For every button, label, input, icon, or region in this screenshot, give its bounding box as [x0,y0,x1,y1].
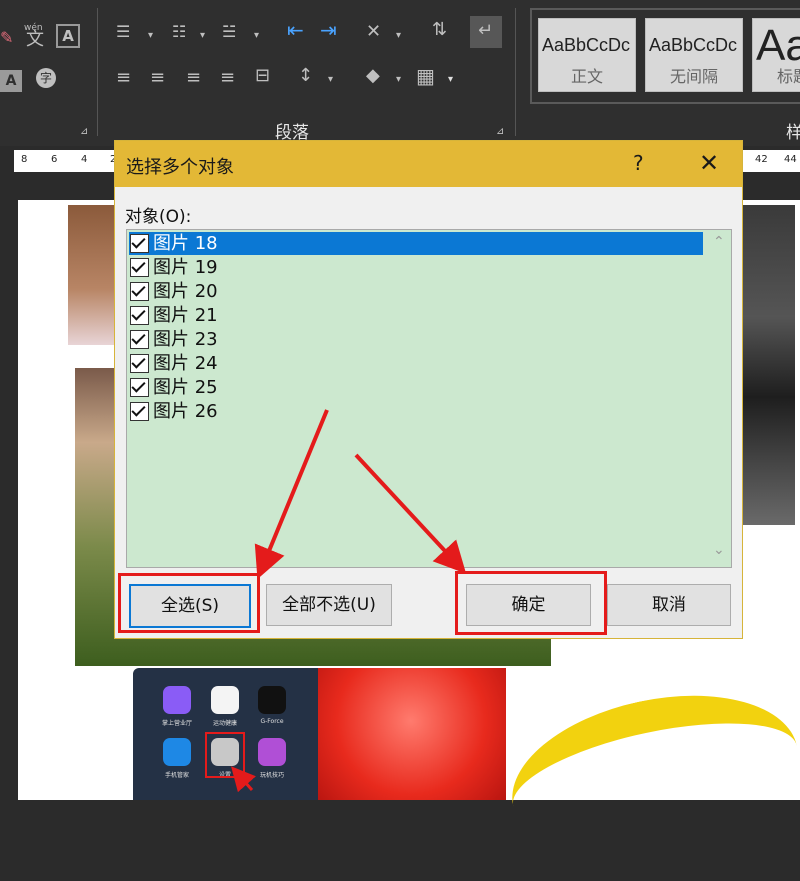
annotation-arrows [231,409,467,793]
annotation-arrow [254,409,329,580]
annotation-arrow [231,766,256,793]
annotation-arrow [354,453,467,574]
